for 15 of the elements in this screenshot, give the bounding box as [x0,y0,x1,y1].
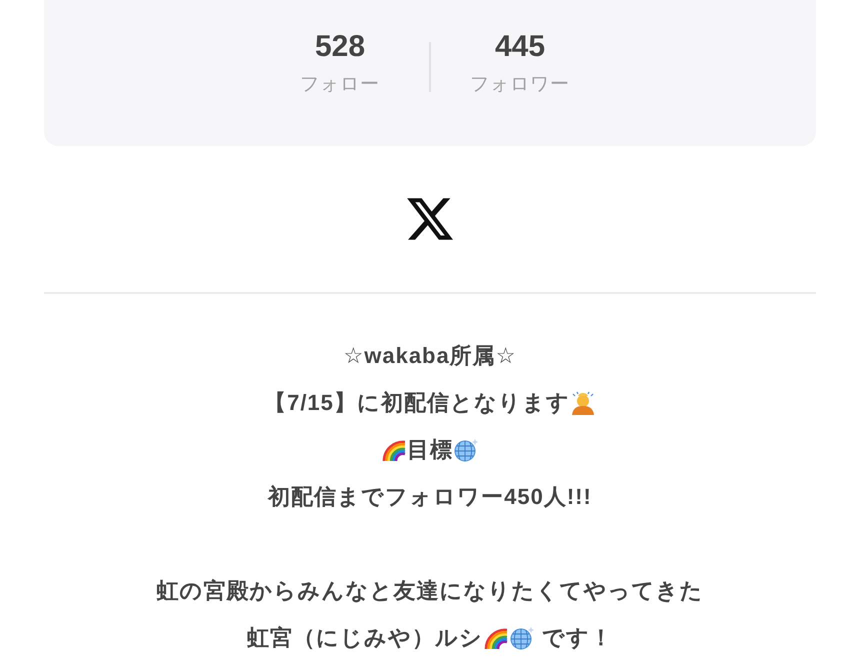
bio-text: 目標 [406,436,453,464]
x-logo-icon[interactable] [407,196,453,242]
disco-ball-icon [452,436,479,462]
bio-text: 虹の宮殿からみんなと友達になりたくてやってきた [156,576,704,604]
bio-text: 虹宮（にじみや）ルシ [246,624,483,652]
stat-count: 445 [494,29,546,65]
bio-text: 【7/15】に初配信となります [264,388,570,416]
bowing-person-icon [570,390,596,416]
bio-text: ☆wakaba所属☆ [344,342,516,370]
stat-count: 528 [314,29,366,65]
disco-ball-icon [508,624,535,650]
bio-text: です！ [541,624,614,652]
stat-label: フォロワー [470,73,570,97]
stat-label: フォロー [300,73,380,97]
bio-text: 初配信までフォロワー450人!!! [268,482,592,510]
